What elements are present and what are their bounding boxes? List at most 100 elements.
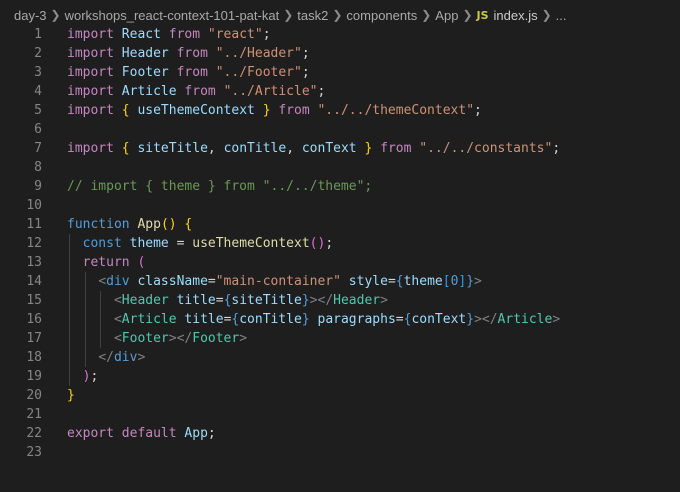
code-token: ; bbox=[325, 236, 334, 251]
code-token: from bbox=[380, 141, 412, 156]
line-number: 12 bbox=[26, 236, 42, 251]
code-text: <Article title={conTitle} paragraphs={co… bbox=[67, 310, 560, 329]
code-line[interactable]: 4 import Article from "../Article"; bbox=[0, 82, 680, 101]
code-line[interactable]: 10 bbox=[0, 196, 680, 215]
code-token: { bbox=[395, 274, 404, 289]
code-line[interactable]: 17 <Footer></Footer> bbox=[0, 329, 680, 348]
code-area[interactable]: 1 import React from "react"; 2 import Heade… bbox=[0, 25, 680, 462]
code-editor[interactable]: day-3 ❯ workshops_react-context-101-pat-… bbox=[0, 0, 680, 492]
chevron-right-icon: ❯ bbox=[283, 8, 294, 22]
code-text: <Header title={siteTitle}></Header> bbox=[67, 291, 388, 310]
code-token: // import { theme } from "../../theme"; bbox=[67, 179, 373, 194]
code-token: import bbox=[67, 65, 114, 80]
code-token: import bbox=[67, 27, 114, 42]
code-token: from bbox=[168, 27, 201, 42]
code-token: import bbox=[67, 103, 114, 118]
code-line[interactable]: 13 return ( bbox=[0, 253, 680, 272]
code-line[interactable]: 15 <Header title={siteTitle}></Header> bbox=[0, 291, 680, 310]
code-token: import bbox=[67, 46, 114, 61]
code-token: } bbox=[466, 312, 475, 327]
code-text: export default App; bbox=[67, 424, 216, 443]
chevron-right-icon: ❯ bbox=[541, 8, 552, 22]
code-token: = bbox=[215, 293, 224, 308]
code-text: <Footer></Footer> bbox=[67, 329, 247, 348]
code-line[interactable]: 20} bbox=[0, 386, 680, 405]
code-token: div bbox=[106, 274, 130, 289]
code-token: Header bbox=[121, 293, 169, 308]
code-line[interactable]: 14 <div className="main-container" style… bbox=[0, 272, 680, 291]
code-text: // import { theme } from "../../theme"; bbox=[67, 177, 372, 196]
code-line[interactable]: 11 function App() { bbox=[0, 215, 680, 234]
code-token: ></ bbox=[168, 331, 193, 346]
code-token: "../../themeContext" bbox=[317, 103, 475, 118]
indent-guide bbox=[69, 234, 70, 386]
breadcrumb-item-workshop[interactable]: workshops_react-context-101-pat-kat bbox=[65, 8, 280, 23]
code-line[interactable]: 19 ); bbox=[0, 367, 680, 386]
code-token: Article bbox=[121, 84, 177, 99]
code-token: "main-container" bbox=[215, 274, 341, 289]
code-token: < bbox=[113, 293, 122, 308]
code-line[interactable]: 5 import { useThemeContext } from "../../… bbox=[0, 101, 680, 120]
code-token: ; bbox=[90, 369, 99, 384]
code-line[interactable]: 21 bbox=[0, 405, 680, 424]
code-line[interactable]: 7 import { siteTitle, conTitle, conText }… bbox=[0, 139, 680, 158]
code-token: conTitle bbox=[239, 312, 302, 327]
code-text: <div className="main-container" style={t… bbox=[67, 272, 482, 291]
code-line[interactable]: 22 export default App; bbox=[0, 424, 680, 443]
line-number: 7 bbox=[34, 141, 42, 156]
code-line[interactable]: 9 // import { theme } from "../../theme"; bbox=[0, 177, 680, 196]
breadcrumb-item-components[interactable]: components bbox=[346, 8, 417, 23]
breadcrumb-item-file[interactable]: index.js bbox=[494, 8, 538, 23]
code-token: ></ bbox=[309, 293, 334, 308]
line-number: 15 bbox=[26, 293, 42, 308]
code-token: > bbox=[474, 274, 482, 289]
code-line[interactable]: 12 const theme = useThemeContext(); bbox=[0, 234, 680, 253]
line-number: 6 bbox=[34, 122, 42, 137]
line-number: 9 bbox=[34, 179, 42, 194]
breadcrumb-item-more[interactable]: ... bbox=[556, 8, 567, 23]
code-token: [ bbox=[442, 274, 451, 289]
line-number: 3 bbox=[34, 65, 42, 80]
code-line[interactable]: 8 bbox=[0, 158, 680, 177]
code-token: from bbox=[176, 65, 208, 80]
code-line[interactable]: 6 bbox=[0, 120, 680, 139]
code-token: useThemeContext bbox=[137, 103, 255, 118]
line-number: 1 bbox=[34, 27, 42, 42]
code-line[interactable]: 16 <Article title={conTitle} paragraphs=… bbox=[0, 310, 680, 329]
code-token: ; bbox=[207, 426, 216, 441]
code-text: import Footer from "../Footer"; bbox=[67, 63, 310, 82]
breadcrumb-item-app[interactable]: App bbox=[435, 8, 458, 23]
code-token: > bbox=[380, 293, 388, 308]
code-token: , bbox=[207, 141, 224, 156]
code-line[interactable]: 18 </div> bbox=[0, 348, 680, 367]
code-line[interactable]: 3 import Footer from "../Footer"; bbox=[0, 63, 680, 82]
code-token: theme bbox=[403, 274, 443, 289]
code-token: import bbox=[67, 84, 114, 99]
line-number: 5 bbox=[34, 103, 42, 118]
breadcrumb-item-task2[interactable]: task2 bbox=[297, 8, 328, 23]
code-token: title bbox=[176, 293, 216, 308]
code-token: className bbox=[137, 274, 208, 289]
code-line[interactable]: 2 import Header from "../Header"; bbox=[0, 44, 680, 63]
code-line[interactable]: 1 import React from "react"; bbox=[0, 25, 680, 44]
chevron-right-icon: ❯ bbox=[332, 8, 343, 22]
line-number: 13 bbox=[26, 255, 42, 270]
breadcrumb-item-day-3[interactable]: day-3 bbox=[14, 8, 47, 23]
line-number: 2 bbox=[34, 46, 42, 61]
code-token: Article bbox=[497, 312, 553, 327]
code-text: function App() { bbox=[67, 215, 192, 234]
code-text: ); bbox=[67, 367, 99, 386]
code-token: = bbox=[395, 312, 404, 327]
code-token: < bbox=[113, 331, 122, 346]
code-line[interactable]: 23 bbox=[0, 443, 680, 462]
code-text: import Article from "../Article"; bbox=[67, 82, 325, 101]
